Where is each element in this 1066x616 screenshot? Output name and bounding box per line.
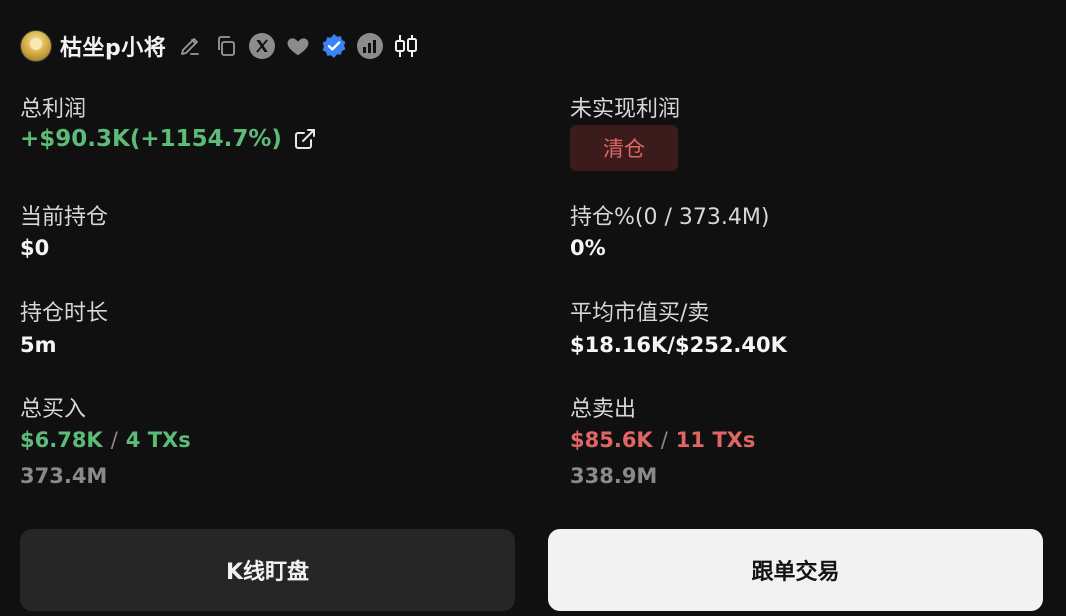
total-buy-line: $6.78K / 4 TXs [20, 428, 191, 452]
edit-icon[interactable] [176, 32, 204, 60]
total-sell-separator: / [660, 428, 668, 452]
current-position-label: 当前持仓 [20, 205, 109, 230]
position-pct-value: 0% [570, 236, 606, 260]
heart-icon[interactable] [284, 32, 312, 60]
total-sell-txs: 11 TXs [675, 428, 756, 452]
copy-icon[interactable] [212, 32, 240, 60]
avatar[interactable] [20, 30, 52, 62]
holding-duration-label: 持仓时长 [20, 301, 109, 326]
total-sell-amount: $85.6K [570, 428, 653, 452]
external-link-icon[interactable] [292, 126, 318, 152]
position-pct-label: 持仓%(0 / 373.4M) [570, 205, 770, 230]
candlestick-icon[interactable] [392, 32, 420, 60]
avg-market-cap-value: $18.16K/$252.40K [570, 333, 787, 357]
holding-duration-value: 5m [20, 333, 57, 357]
total-sell-label: 总卖出 [570, 397, 637, 422]
total-buy-label: 总买入 [20, 397, 87, 422]
username: 枯坐p小将 [60, 36, 167, 61]
total-buy-separator: / [110, 428, 118, 452]
copy-trade-button[interactable]: 跟单交易 [548, 529, 1043, 611]
total-profit-label: 总利润 [20, 97, 87, 122]
profile-header: 枯坐p小将 [20, 28, 428, 64]
avg-market-cap-label: 平均市值买/卖 [570, 301, 710, 326]
total-buy-tokens: 373.4M [20, 464, 108, 488]
chart-icon[interactable] [356, 32, 384, 60]
total-sell-tokens: 338.9M [570, 464, 658, 488]
cleared-badge: 清仓 [570, 125, 678, 171]
total-profit-value: +$90.3K(+1154.7%) [20, 126, 282, 152]
unrealized-profit-label: 未实现利润 [570, 97, 681, 122]
total-buy-txs: 4 TXs [125, 428, 191, 452]
total-sell-line: $85.6K / 11 TXs [570, 428, 755, 452]
total-buy-amount: $6.78K [20, 428, 103, 452]
current-position-value: $0 [20, 236, 50, 260]
x-icon[interactable] [248, 32, 276, 60]
verified-icon [320, 32, 348, 60]
kline-watch-button[interactable]: K线盯盘 [20, 529, 515, 611]
total-profit-row: +$90.3K(+1154.7%) [20, 126, 318, 152]
